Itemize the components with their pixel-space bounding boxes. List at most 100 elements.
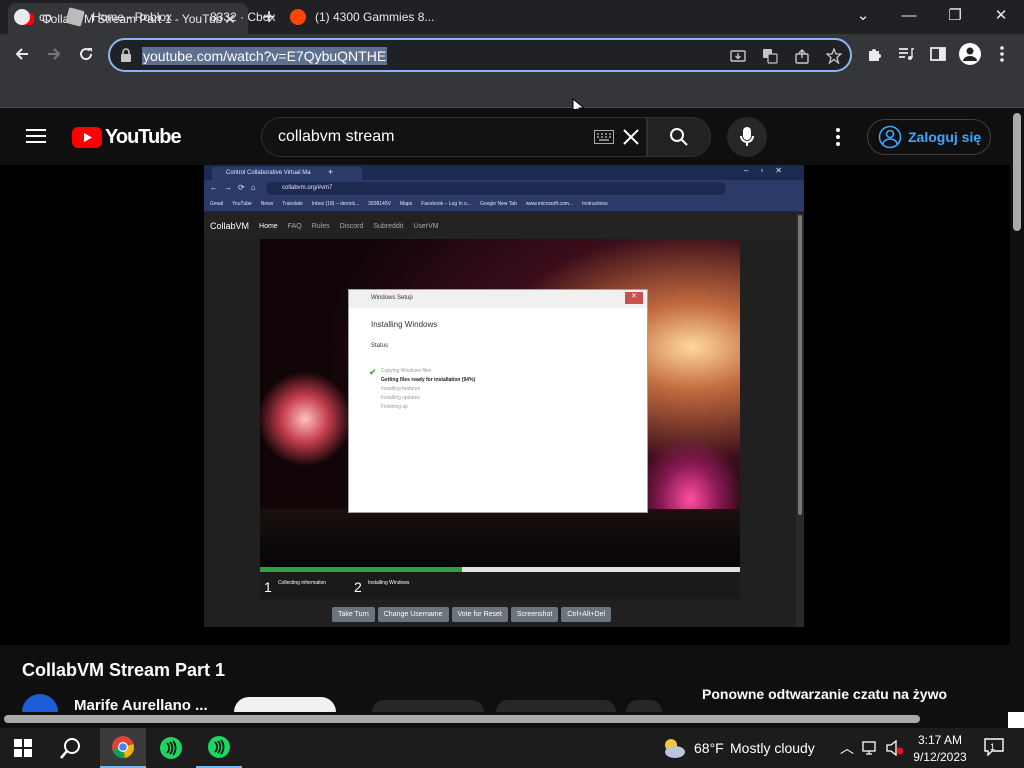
network-icon[interactable] (862, 740, 880, 756)
notification-center-icon[interactable]: 1 (984, 738, 1006, 758)
media-control-button[interactable] (892, 40, 920, 68)
setup-step: Copying Windows files (381, 368, 432, 374)
vertical-scroll-thumb[interactable] (1013, 113, 1021, 231)
collabvm-controls: Take Turn Change Username Vote for Reset… (332, 607, 612, 622)
clock-time[interactable]: 3:17 AM (912, 733, 968, 747)
change-username-button[interactable]: Change Username (377, 607, 449, 622)
vm-bookmark: Instructions (582, 201, 608, 207)
share-button[interactable] (496, 700, 616, 712)
url-text[interactable]: youtube.com/watch?v=E7QybuQNTHE (142, 47, 388, 65)
address-bar[interactable]: youtube.com/watch?v=E7QybuQNTHE (108, 38, 852, 72)
kebab-menu-icon (1000, 46, 1004, 62)
setup-step: Finishing up (381, 404, 408, 410)
app-icon (208, 736, 230, 758)
bookmark-star-icon[interactable] (826, 48, 844, 66)
vm-nav-icons: ←→⟳⌂ (210, 183, 262, 192)
side-panel-icon (930, 47, 946, 61)
bookmark-item[interactable]: 8332 · Cbox (210, 8, 275, 26)
chevron-up-icon[interactable]: ︿ (840, 738, 854, 758)
weather-condition[interactable]: Mostly cloudy (730, 740, 815, 756)
volume-muted-icon[interactable] (886, 740, 904, 756)
setup-steps: Copying Windows files Getting files read… (349, 349, 647, 412)
extensions-button[interactable] (860, 40, 888, 68)
settings-menu-icon[interactable] (836, 128, 840, 146)
app-taskbar-button[interactable] (196, 728, 242, 768)
install-app-icon[interactable] (730, 48, 748, 66)
vm-tab-strip: Control Collaborative Virtual Ma + –▫✕ (204, 165, 804, 180)
collabvm-nav-home: Home (259, 222, 278, 230)
notification-count: 1 (990, 742, 996, 752)
search-input[interactable]: collabvm stream (278, 128, 394, 146)
profile-button[interactable] (956, 40, 984, 68)
checkmark-icon: ✔ (369, 367, 377, 377)
vm-screen[interactable]: Windows Setup ✕ Installing Windows Statu… (260, 239, 740, 599)
video-title: CollabVM Stream Part 1 (22, 660, 226, 680)
app-taskbar-button[interactable] (148, 728, 194, 768)
close-window-button[interactable]: ✕ (978, 0, 1024, 30)
minimize-button[interactable]: — (886, 0, 932, 30)
weather-temp[interactable]: 68°F (694, 740, 724, 756)
app-icon (160, 737, 182, 759)
page-horizontal-scrollbar[interactable] (0, 712, 1024, 726)
subscribe-button[interactable] (234, 697, 336, 712)
reload-button[interactable] (72, 40, 100, 68)
playlist-icon (899, 48, 914, 60)
bookmark-item[interactable]: (1) 4300 Gammies 8... (290, 8, 434, 26)
take-turn-button[interactable]: Take Turn (332, 607, 375, 622)
clock-date[interactable]: 9/12/2023 (910, 750, 970, 764)
microphone-icon (740, 127, 754, 146)
vm-address: collabvm.org/#vm7 (266, 182, 726, 195)
start-button[interactable] (0, 728, 46, 768)
windows-setup-dialog: Windows Setup ✕ Installing Windows Statu… (348, 289, 648, 513)
maximize-button[interactable]: ❐ (932, 0, 978, 30)
collabvm-brand: CollabVM (210, 221, 250, 231)
tab-search-icon[interactable]: ⌄ (840, 0, 886, 30)
page-vertical-scrollbar[interactable] (1010, 109, 1024, 709)
taskbar-search-icon (60, 738, 80, 759)
setup-stage-bar: 1 Collecting information 2 Installing Wi… (260, 572, 740, 599)
city-skyline (260, 509, 740, 569)
chrome-taskbar-button[interactable] (100, 728, 146, 768)
collabvm-nav-rules: Rules (311, 222, 330, 230)
like-dislike-button[interactable] (372, 700, 484, 712)
side-panel-button[interactable] (924, 40, 952, 68)
weather-icon[interactable] (660, 737, 686, 759)
setup-close-icon[interactable]: ✕ (625, 292, 643, 304)
clear-search-icon[interactable] (622, 128, 640, 146)
horizontal-scroll-thumb[interactable] (4, 715, 920, 723)
search-button[interactable] (647, 117, 711, 157)
search-box[interactable]: collabvm stream (261, 117, 647, 157)
share-icon[interactable] (794, 48, 812, 66)
translate-icon[interactable] (762, 48, 780, 66)
chrome-menu-button[interactable] (988, 40, 1016, 68)
search-taskbar-button[interactable] (48, 728, 94, 768)
stage-2-number: 2 (354, 579, 362, 595)
chat-replay-header[interactable]: Ponowne odtwarzanie czatu na żywo (702, 686, 947, 702)
youtube-logo[interactable]: YouTube (72, 126, 182, 149)
keyboard-icon[interactable] (594, 130, 614, 144)
voice-search-button[interactable] (727, 117, 767, 157)
vm-bookmark: Translate (282, 201, 303, 207)
windows-logo-icon (14, 739, 32, 757)
lock-icon[interactable] (120, 48, 132, 62)
more-actions-button[interactable] (626, 700, 662, 712)
bookmark-item[interactable]: Home - Roblox (65, 7, 172, 27)
vm-window-controls: –▫✕ (744, 166, 794, 175)
bookmark-label: 8332 · Cbox (210, 10, 276, 24)
vm-bookmark: Google New Tab (479, 201, 517, 207)
screenshot-button[interactable]: Screenshot (510, 607, 559, 622)
sign-in-button[interactable]: Zaloguj się (867, 119, 991, 155)
vm-bookmark: Inbox (18) – derrick... (311, 201, 360, 207)
bookmark-label: (1) 4300 Gammies 8... (315, 10, 435, 24)
setup-step: Installing updates (381, 395, 420, 401)
vote-reset-button[interactable]: Vote for Reset (451, 607, 508, 622)
collabvm-nav-uservm: UserVM (413, 222, 439, 230)
globe-icon (14, 9, 30, 25)
hamburger-menu-icon[interactable] (26, 128, 46, 144)
ctrl-alt-del-button[interactable]: Ctrl+Alt+Del (561, 607, 612, 622)
vm-bookmark: Gmail (210, 201, 224, 207)
chrome-icon (112, 736, 134, 759)
forward-button[interactable] (40, 40, 68, 68)
bookmark-item[interactable]: cp (14, 8, 52, 26)
back-button[interactable] (8, 40, 36, 68)
